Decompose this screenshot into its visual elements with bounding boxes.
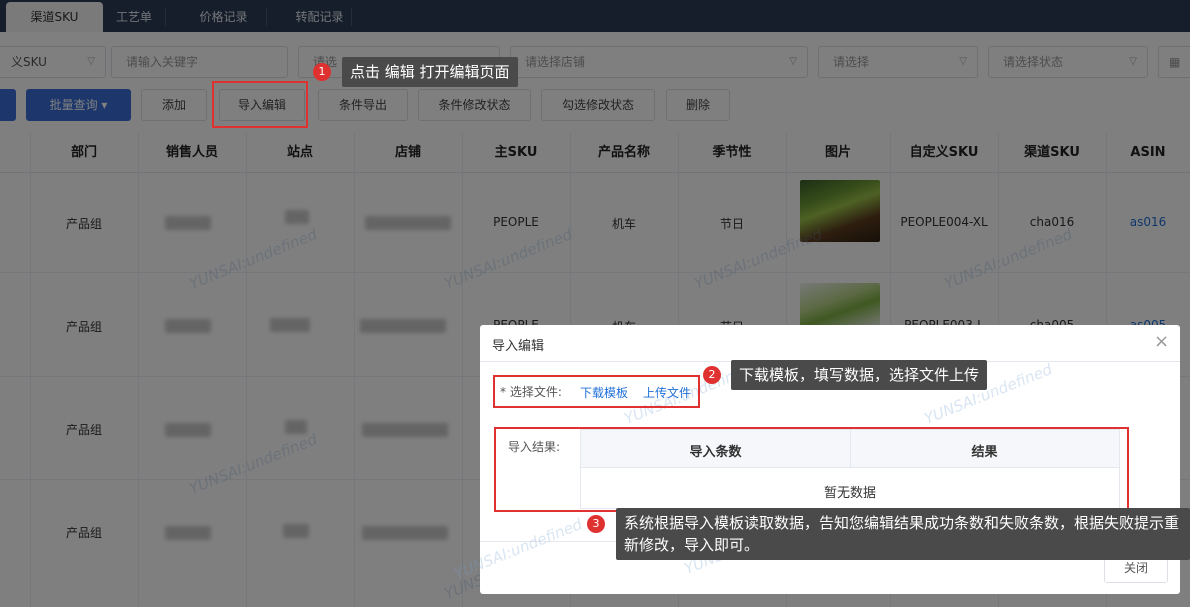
callout-badge-3: 3: [587, 515, 605, 533]
highlight-import-edit: [212, 81, 308, 128]
dialog-header: [480, 325, 1180, 362]
close-icon[interactable]: ×: [1154, 331, 1169, 352]
highlight-file-select: [493, 375, 700, 408]
callout-tip-1: 点击 编辑 打开编辑页面: [342, 57, 518, 87]
callout-tip-2: 下载模板，填写数据，选择文件上传: [731, 360, 988, 390]
highlight-import-result: [494, 427, 1129, 512]
callout-badge-2: 2: [703, 366, 721, 384]
callout-tip-3: 系统根据导入模板读取数据，告知您编辑结果成功条数和失败条数，根据失败提示重新修改…: [616, 508, 1190, 560]
callout-badge-1: 1: [313, 63, 331, 81]
dialog-title: 导入编辑: [492, 339, 545, 354]
